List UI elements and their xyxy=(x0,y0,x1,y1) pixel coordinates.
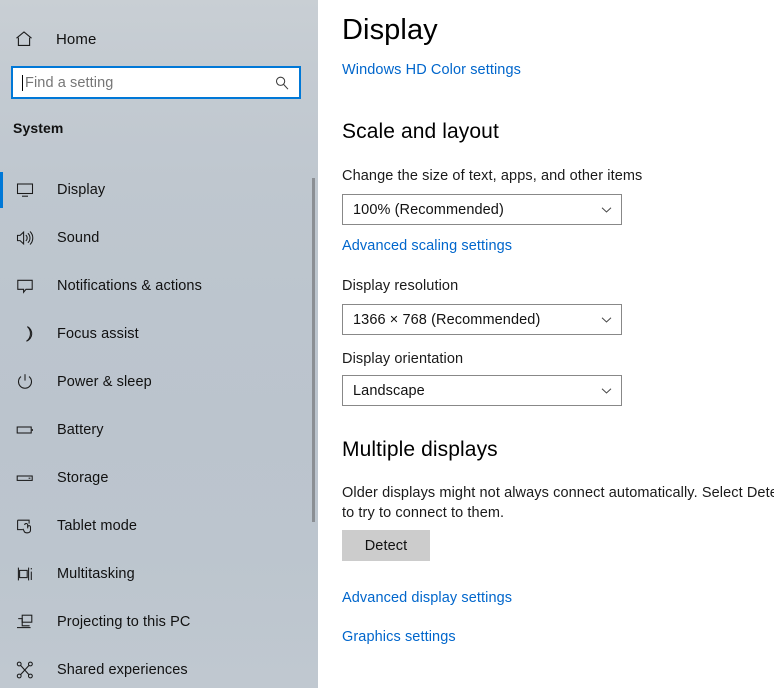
sidebar-item-label: Shared experiences xyxy=(57,662,188,678)
sidebar-item-label: Power & sleep xyxy=(57,374,152,390)
detect-button[interactable]: Detect xyxy=(342,530,430,561)
search-placeholder: Find a setting xyxy=(25,74,114,91)
multiple-displays-heading: Multiple displays xyxy=(342,438,498,461)
sidebar-scrollbar[interactable] xyxy=(312,0,315,688)
sidebar-item-projecting[interactable]: Projecting to this PC xyxy=(0,598,318,646)
share-icon xyxy=(13,658,37,682)
sidebar-home-link[interactable]: Home xyxy=(0,20,318,58)
selection-indicator xyxy=(0,220,3,256)
selection-indicator xyxy=(0,268,3,304)
settings-window: Home Find a setting System Display Sound… xyxy=(0,0,774,688)
sidebar-item-label: Tablet mode xyxy=(57,518,138,534)
graphics-settings-link[interactable]: Graphics settings xyxy=(342,629,456,645)
sidebar-nav-list: Display Sound Notifications & actions Fo… xyxy=(0,166,318,688)
display-orientation-label: Display orientation xyxy=(342,351,464,367)
chevron-down-icon xyxy=(591,203,621,216)
text-caret xyxy=(22,74,23,91)
sidebar-item-shared-experiences[interactable]: Shared experiences xyxy=(0,646,318,688)
power-icon xyxy=(13,370,37,394)
scale-size-label: Change the size of text, apps, and other… xyxy=(342,168,643,184)
chevron-down-icon xyxy=(591,313,621,326)
sidebar-item-focus-assist[interactable]: Focus assist xyxy=(0,310,318,358)
sidebar-item-label: Display xyxy=(57,182,106,198)
monitor-icon xyxy=(13,178,37,202)
search-input[interactable]: Find a setting xyxy=(11,66,301,99)
tablet-icon xyxy=(13,514,37,538)
projecting-icon xyxy=(13,610,37,634)
orientation-dropdown-value: Landscape xyxy=(353,382,425,399)
advanced-scaling-settings-link[interactable]: Advanced scaling settings xyxy=(342,238,512,254)
home-icon xyxy=(13,28,35,50)
home-label: Home xyxy=(56,30,97,48)
notification-icon xyxy=(13,274,37,298)
sidebar-item-notifications[interactable]: Notifications & actions xyxy=(0,262,318,310)
selection-indicator xyxy=(0,316,3,352)
resolution-dropdown-value: 1366 × 768 (Recommended) xyxy=(353,311,541,328)
sidebar-item-battery[interactable]: Battery xyxy=(0,406,318,454)
display-resolution-label: Display resolution xyxy=(342,278,459,294)
scale-and-layout-heading: Scale and layout xyxy=(342,120,499,143)
selection-indicator xyxy=(0,508,3,544)
main-content: Display Windows HD Color settings Scale … xyxy=(318,0,774,688)
moon-icon xyxy=(13,322,37,346)
speaker-icon xyxy=(13,226,37,250)
sidebar-item-sound[interactable]: Sound xyxy=(0,214,318,262)
scale-dropdown-value: 100% (Recommended) xyxy=(353,201,504,218)
selection-indicator xyxy=(0,364,3,400)
sidebar-item-tablet-mode[interactable]: Tablet mode xyxy=(0,502,318,550)
chevron-down-icon xyxy=(591,384,621,397)
search-icon[interactable] xyxy=(269,75,295,91)
sidebar-item-label: Storage xyxy=(57,470,109,486)
sidebar-item-power-sleep[interactable]: Power & sleep xyxy=(0,358,318,406)
multiple-displays-description: Older displays might not always connect … xyxy=(342,485,774,521)
sidebar-item-label: Battery xyxy=(57,422,104,438)
selection-indicator xyxy=(0,556,3,592)
page-title: Display xyxy=(342,14,438,46)
sidebar-item-storage[interactable]: Storage xyxy=(0,454,318,502)
sidebar-item-label: Focus assist xyxy=(57,326,139,342)
sidebar-item-label: Notifications & actions xyxy=(57,278,202,294)
selection-indicator xyxy=(0,412,3,448)
sidebar-item-label: Projecting to this PC xyxy=(57,614,191,630)
advanced-display-settings-link[interactable]: Advanced display settings xyxy=(342,590,512,606)
resolution-dropdown[interactable]: 1366 × 768 (Recommended) xyxy=(342,304,622,335)
selection-indicator xyxy=(0,172,3,208)
sidebar: Home Find a setting System Display Sound… xyxy=(0,0,318,688)
sidebar-item-label: Sound xyxy=(57,230,100,246)
windows-hd-color-settings-link[interactable]: Windows HD Color settings xyxy=(342,62,521,78)
sidebar-group-title: System xyxy=(13,120,64,136)
multitasking-icon xyxy=(13,562,37,586)
selection-indicator xyxy=(0,460,3,496)
selection-indicator xyxy=(0,604,3,640)
sidebar-item-multitasking[interactable]: Multitasking xyxy=(0,550,318,598)
storage-icon xyxy=(13,466,37,490)
selection-indicator xyxy=(0,652,3,688)
battery-icon xyxy=(13,418,37,442)
sidebar-item-display[interactable]: Display xyxy=(0,166,318,214)
sidebar-item-label: Multitasking xyxy=(57,566,135,582)
scrollbar-thumb[interactable] xyxy=(312,178,315,522)
scale-dropdown[interactable]: 100% (Recommended) xyxy=(342,194,622,225)
orientation-dropdown[interactable]: Landscape xyxy=(342,375,622,406)
